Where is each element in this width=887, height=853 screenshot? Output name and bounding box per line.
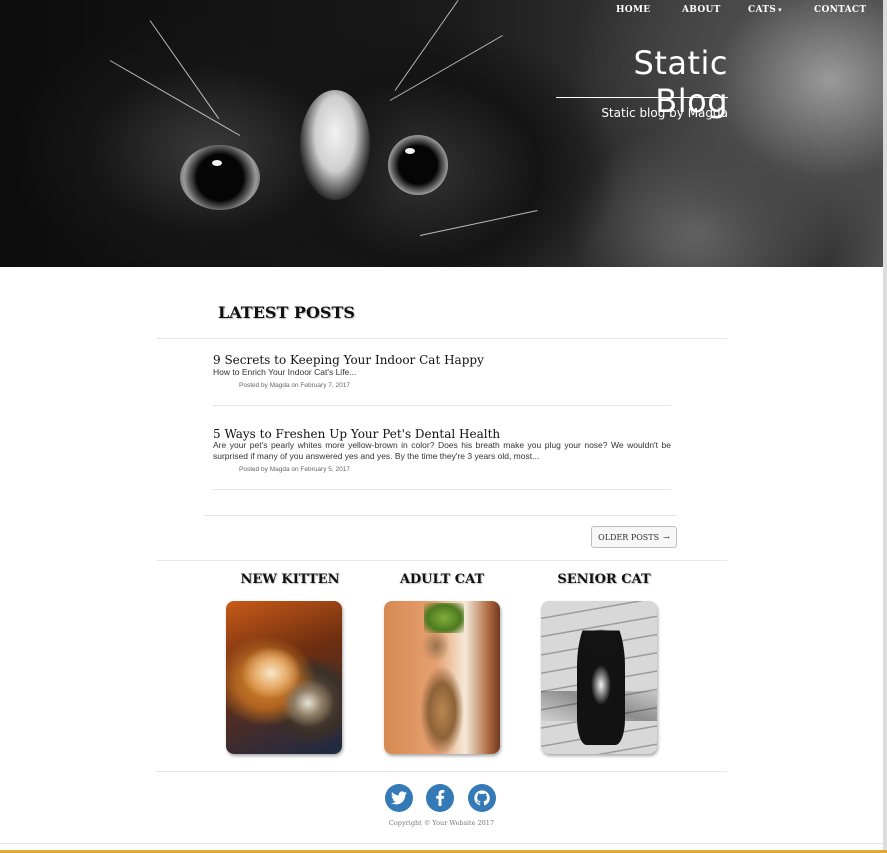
plant-leaf (424, 603, 464, 633)
hero-whisker (389, 35, 503, 101)
category-label-senior-cat: SENIOR CAT (557, 572, 651, 587)
category-image-senior-cat[interactable] (541, 601, 657, 754)
category-image-adult-cat[interactable] (384, 601, 500, 754)
hero-cat-blaze (300, 90, 370, 200)
hero-cat-right-eye (388, 135, 448, 195)
nav-item-home[interactable]: HOME (616, 5, 650, 15)
category-label-new-kitten: NEW KITTEN (240, 572, 340, 587)
hero-cat-left-eye (180, 145, 260, 210)
arrow-right-icon: → (663, 532, 670, 542)
post-meta: Posted by Magda on February 5, 2017 (239, 466, 350, 473)
post-title[interactable]: 5 Ways to Freshen Up Your Pet's Dental H… (213, 427, 500, 441)
github-button[interactable] (468, 784, 496, 812)
facebook-button[interactable] (426, 784, 454, 812)
older-posts-button[interactable]: OLDER POSTS → (591, 526, 677, 548)
post-subtitle: Are your pet's pearly whites more yellow… (213, 440, 671, 461)
hero-whisker (419, 210, 538, 236)
twitter-icon (391, 791, 407, 805)
black-white-cat (577, 615, 625, 745)
divider (213, 489, 671, 490)
caret-down-icon: ▾ (778, 5, 782, 14)
divider (205, 515, 677, 516)
nav-item-cats[interactable]: CATS ▾ (748, 5, 782, 15)
post-subtitle: How to Enrich Your Indoor Cat's Life... (213, 367, 357, 377)
title-divider (556, 97, 728, 98)
hero-cat-left-eye-glint (212, 160, 222, 166)
older-posts-label: OLDER POSTS (598, 532, 660, 542)
nav-item-about[interactable]: ABOUT (682, 5, 721, 15)
nav-item-contact[interactable]: CONTACT (814, 5, 866, 15)
post-meta: Posted by Magda on February 7, 2017 (239, 382, 350, 389)
post-title[interactable]: 9 Secrets to Keeping Your Indoor Cat Hap… (213, 353, 484, 367)
hero-whisker (109, 60, 241, 136)
category-image-new-kitten[interactable] (226, 601, 342, 754)
github-icon (474, 790, 490, 806)
divider (157, 560, 727, 561)
divider (157, 771, 727, 772)
copyright-text: Copyright © Your Website 2017 (388, 819, 495, 827)
divider (0, 843, 883, 844)
top-nav: HOME ABOUT CATS ▾ CONTACT (0, 5, 883, 19)
section-title: LATEST POSTS (218, 303, 355, 322)
nav-item-cats-label: CATS (748, 5, 777, 15)
facebook-icon (436, 790, 445, 806)
category-label-adult-cat: ADULT CAT (399, 572, 485, 587)
divider (213, 405, 671, 406)
site-subtitle: Static blog by Magda (601, 106, 728, 120)
divider (157, 338, 727, 339)
scrollbar[interactable] (883, 0, 887, 853)
twitter-button[interactable] (385, 784, 413, 812)
hero-cat-right-eye-glint (405, 148, 415, 154)
header-hero-image: HOME ABOUT CATS ▾ CONTACT Static Blog Sta… (0, 0, 883, 267)
